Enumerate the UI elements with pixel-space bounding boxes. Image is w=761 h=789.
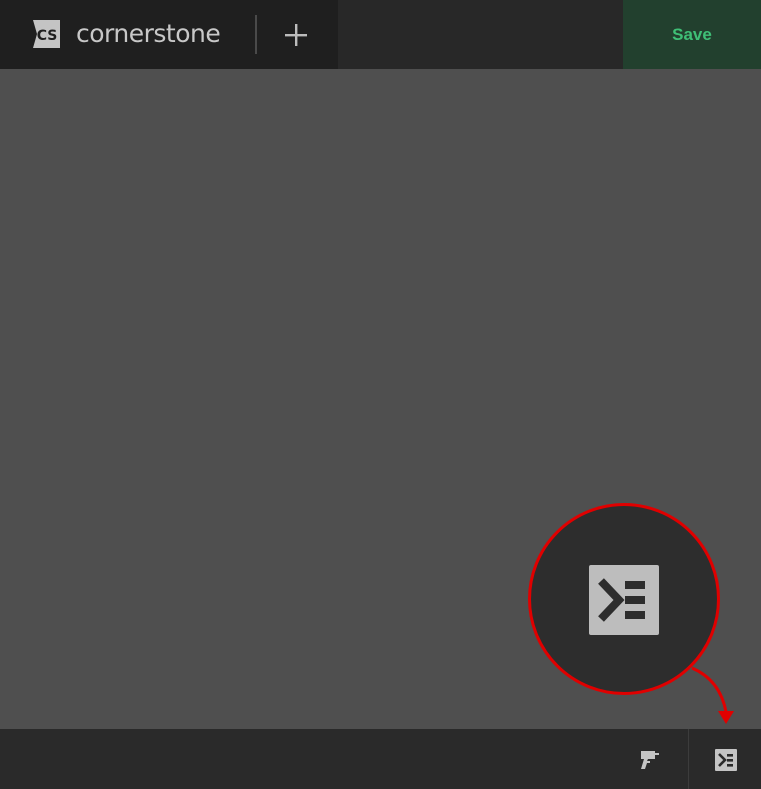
app-window: CS cornerstone Save <box>0 0 761 789</box>
brand-block: CS cornerstone <box>0 0 338 69</box>
brand-divider <box>255 15 257 54</box>
cornerstone-logo-icon: CS <box>33 20 60 48</box>
save-button[interactable]: Save <box>623 0 761 69</box>
drill-icon[interactable] <box>638 747 664 773</box>
bottom-bar <box>0 729 761 789</box>
console-icon-enlarged <box>589 565 659 635</box>
plus-icon[interactable] <box>280 19 312 51</box>
bottom-divider <box>688 729 689 789</box>
top-bar: CS cornerstone Save <box>0 0 761 69</box>
console-icon[interactable] <box>713 747 739 773</box>
logo-initials: CS <box>37 28 58 44</box>
logo-wordmark: cornerstone <box>76 19 221 48</box>
